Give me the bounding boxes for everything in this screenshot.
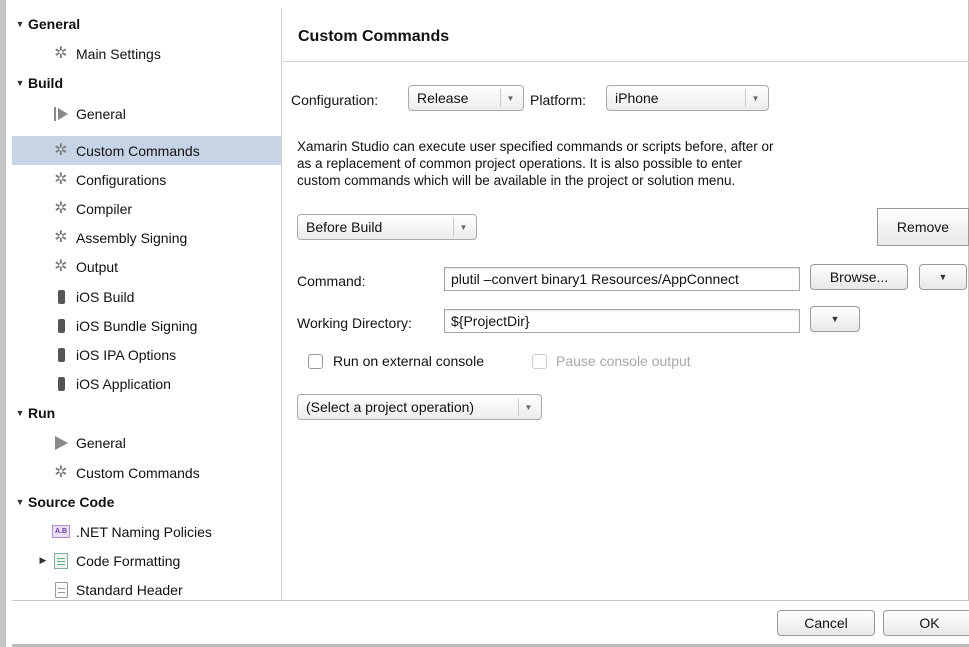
section-run[interactable]: ▼ Run [12,398,281,427]
command-input[interactable]: plutil –convert binary1 Resources/AppCon… [444,267,800,291]
sidebar-item-ios-application[interactable]: iOS Application [12,369,281,398]
platform-select[interactable]: iPhone ▼ [606,85,769,111]
section-source-code[interactable]: ▼ Source Code [12,487,281,516]
page-title: Custom Commands [298,28,450,45]
chevron-down-icon: ▼ [500,89,520,107]
expand-triangle-icon[interactable]: ▼ [12,19,28,29]
phone-icon [52,288,70,306]
select-project-operation-value: (Select a project operation) [306,399,475,415]
sidebar-item-label: Standard Header [76,581,183,598]
description-line: custom commands which will be available … [297,173,736,188]
code-formatting-icon [52,552,70,570]
sidebar-item-label: .NET Naming Policies [76,523,212,540]
phone-icon [52,375,70,393]
gear-icon: ✲ [54,257,68,275]
sidebar-item-build-custom-commands[interactable]: ✲ Custom Commands [12,136,281,165]
gear-icon: ✲ [54,44,68,62]
sidebar-item-ios-build[interactable]: iOS Build [12,282,281,311]
description-text: Xamarin Studio can execute user specifie… [297,138,917,189]
sidebar-item-main-settings[interactable]: ✲ Main Settings [12,39,281,68]
phone-icon [52,346,70,364]
chevron-down-icon: ▼ [938,272,948,282]
sidebar-item-run-general[interactable]: General [12,428,281,457]
gear-icon: ✲ [54,141,68,159]
section-label: Build [28,74,63,91]
sidebar-item-label: iOS Build [76,288,135,305]
sidebar-item-run-custom-commands[interactable]: ✲ Custom Commands [12,458,281,487]
run-external-console-checkbox[interactable] [308,354,323,369]
pause-console-output-checkbox[interactable] [532,354,547,369]
sidebar-item-label: Custom Commands [76,464,200,481]
gear-icon: ✲ [54,228,68,246]
sidebar-item-label: General [76,434,126,451]
chevron-down-icon: ▼ [830,314,840,324]
section-label: General [28,15,81,32]
project-options-window: ▼ General ✲ Main Settings ▼ Build Genera… [0,0,969,647]
operation-select[interactable]: Before Build ▼ [297,214,477,240]
configuration-select[interactable]: Release ▼ [408,85,524,111]
sidebar-item-label: Code Formatting [76,552,181,569]
expand-triangle-icon[interactable]: ▼ [12,408,28,418]
remove-button[interactable]: Remove [877,208,969,246]
description-line: as a replacement of common project opera… [297,156,742,171]
sidebar-item-label: iOS Application [76,375,171,392]
browse-button[interactable]: Browse... [810,264,908,290]
sidebar-item-net-naming-policies[interactable]: A.B .NET Naming Policies [12,517,281,546]
expand-triangle-icon[interactable]: ▼ [12,78,28,88]
sidebar-item-label: iOS Bundle Signing [76,317,198,334]
sidebar-item-label: Custom Commands [76,142,200,159]
section-label: Run [28,404,56,421]
collapsed-triangle-icon[interactable]: ▶ [34,555,52,566]
description-line: Xamarin Studio can execute user specifie… [297,139,774,154]
command-menu-button[interactable]: ▼ [919,264,967,290]
sidebar-item-ios-ipa-options[interactable]: iOS IPA Options [12,340,281,369]
pause-console-output-label: Pause console output [556,353,691,369]
run-external-console-label: Run on external console [333,353,484,369]
sidebar-item-ios-bundle-signing[interactable]: iOS Bundle Signing [12,311,281,340]
chevron-down-icon: ▼ [745,89,765,107]
sidebar-item-assembly-signing[interactable]: ✲ Assembly Signing [12,223,281,252]
section-build[interactable]: ▼ Build [12,68,281,97]
sidebar-item-label: Configurations [76,171,167,188]
section-general[interactable]: ▼ General [12,9,281,38]
configuration-label: Configuration: [291,92,379,108]
gear-icon: ✲ [54,170,68,188]
platform-value: iPhone [615,90,659,106]
sidebar-item-label: General [76,105,126,122]
options-sidebar: ▼ General ✲ Main Settings ▼ Build Genera… [12,8,282,600]
cancel-button[interactable]: Cancel [777,610,875,636]
working-directory-label: Working Directory: [297,315,412,331]
ok-button[interactable]: OK [883,610,969,636]
sidebar-item-label: Assembly Signing [76,229,188,246]
platform-label: Platform: [530,92,587,108]
configuration-value: Release [417,90,469,106]
chevron-down-icon: ▼ [518,398,538,416]
working-directory-menu-button[interactable]: ▼ [810,306,860,332]
section-label: Source Code [28,493,115,510]
naming-policy-icon: A.B [52,523,70,541]
sidebar-item-label: Output [76,258,119,275]
select-project-operation[interactable]: (Select a project operation) ▼ [297,394,542,420]
sidebar-item-label: Main Settings [76,45,161,62]
play-icon [52,434,70,452]
sidebar-item-configurations[interactable]: ✲ Configurations [12,165,281,194]
sidebar-item-label: Compiler [76,200,133,217]
sidebar-item-output[interactable]: ✲ Output [12,252,281,281]
gear-icon: ✲ [54,463,68,481]
sidebar-item-code-formatting[interactable]: ▶ Code Formatting [12,546,281,575]
panel-header: Custom Commands [283,8,969,62]
sidebar-item-label: iOS IPA Options [76,346,177,363]
gear-icon: ✲ [54,199,68,217]
command-label: Command: [297,273,366,289]
expand-triangle-icon[interactable]: ▼ [12,497,28,507]
phone-icon [52,317,70,335]
sidebar-item-build-general[interactable]: General [12,99,281,128]
working-directory-input[interactable]: ${ProjectDir} [444,309,800,333]
operation-value: Before Build [306,219,383,235]
document-icon [52,581,70,599]
chevron-down-icon: ▼ [453,218,473,236]
sidebar-item-compiler[interactable]: ✲ Compiler [12,194,281,223]
run-general-icon [52,105,70,123]
